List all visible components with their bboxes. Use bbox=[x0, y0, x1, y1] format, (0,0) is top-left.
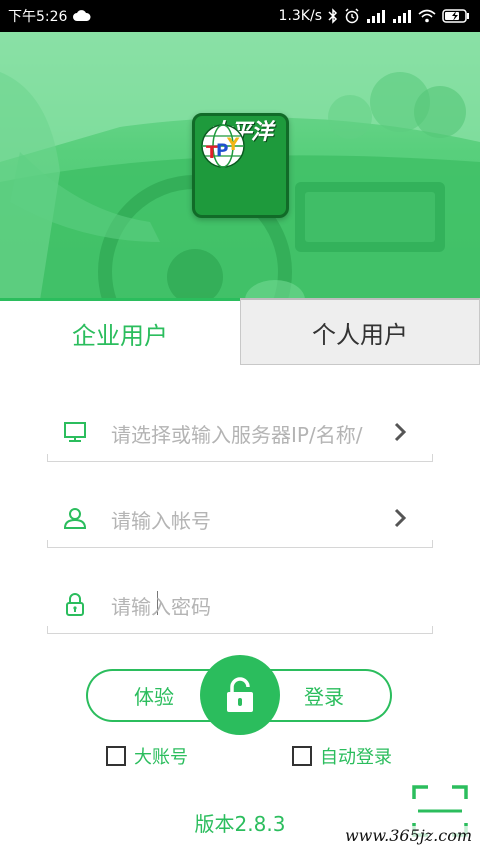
app-logo: T P Y 太平洋 bbox=[192, 113, 289, 218]
bluetooth-icon bbox=[328, 8, 338, 24]
lock-icon bbox=[227, 677, 253, 712]
wifi-icon bbox=[418, 9, 436, 23]
password-input[interactable]: 请输入密码 bbox=[111, 591, 211, 620]
big-account-checkbox[interactable]: 大账号 bbox=[106, 743, 188, 769]
hero-banner: T P Y 太平洋 bbox=[0, 32, 480, 300]
account-input[interactable]: 请输入帐号 bbox=[111, 505, 211, 534]
unlock-button[interactable] bbox=[200, 655, 280, 735]
svg-text:Y: Y bbox=[226, 135, 240, 155]
big-account-label: 大账号 bbox=[134, 747, 188, 768]
chevron-right-icon[interactable] bbox=[393, 420, 409, 444]
password-field[interactable]: 请输入密码 bbox=[47, 578, 433, 634]
auto-login-label: 自动登录 bbox=[320, 747, 392, 768]
tab-enterprise-user[interactable]: 企业用户 bbox=[0, 298, 240, 365]
account-field[interactable]: 请输入帐号 bbox=[47, 492, 433, 548]
chevron-right-icon[interactable] bbox=[393, 506, 409, 530]
lock-icon bbox=[66, 593, 84, 616]
status-bar: 下午5:26 1.3K/s bbox=[0, 0, 480, 32]
auto-login-checkbox[interactable]: 自动登录 bbox=[292, 743, 392, 769]
server-field[interactable]: 请选择或输入服务器IP/名称/ bbox=[47, 406, 433, 462]
trial-button-label: 体验 bbox=[134, 685, 174, 709]
battery-charging-icon bbox=[442, 9, 470, 23]
user-type-tabs: 企业用户 个人用户 bbox=[0, 298, 480, 365]
watermark: www.365jz.com bbox=[342, 826, 474, 845]
checkbox-box[interactable] bbox=[106, 746, 126, 766]
monitor-icon bbox=[64, 422, 86, 442]
signal-icon bbox=[392, 9, 412, 23]
status-time: 下午5:26 bbox=[8, 9, 68, 25]
globe-icon: T P Y bbox=[201, 124, 245, 168]
user-icon bbox=[63, 508, 87, 529]
checkbox-box[interactable] bbox=[292, 746, 312, 766]
signal-icon bbox=[366, 9, 386, 23]
tab-personal-user[interactable]: 个人用户 bbox=[240, 298, 480, 365]
login-button-label: 登录 bbox=[304, 685, 344, 709]
alarm-icon bbox=[344, 8, 360, 24]
network-speed: 1.3K/s bbox=[278, 8, 322, 24]
cloud-icon bbox=[73, 10, 91, 22]
server-input[interactable]: 请选择或输入服务器IP/名称/ bbox=[111, 419, 362, 448]
